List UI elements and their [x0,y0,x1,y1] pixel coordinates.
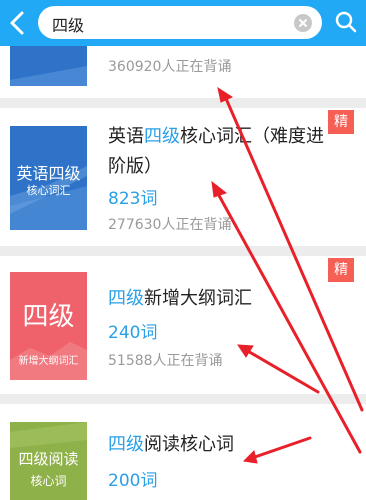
readers-count: 277630人正在背诵 [108,217,232,233]
book-card-1[interactable]: 英语四级 核心词汇 英语四级核心词汇（难度进阶版） 823词 277630人正在… [0,108,366,246]
cover-title: 四级 [22,302,75,332]
book-title: 四级阅读核心词 [108,434,234,455]
word-count: 200词 [108,471,158,491]
cover-subtitle: 核心词 [30,474,67,488]
word-count: 240词 [108,323,158,343]
book-cover: 四级阅读 核心词 [10,422,87,500]
cover-subtitle: 新增大纲词汇 [18,356,79,367]
book-title: 四级新增大纲词汇 [108,288,252,309]
premium-badge: 精 [328,110,354,134]
cover-title: 英语四级 [16,164,81,183]
word-count: 823词 [108,189,158,209]
search-query[interactable]: 四级 [52,12,84,36]
book-card-2[interactable]: 四级 新增大纲词汇 四级新增大纲词汇 240词 51588人正在背诵 精 [0,256,366,394]
book-card-0[interactable]: 360920人正在背诵 [0,46,366,98]
top-bar: 四级 [0,0,366,46]
readers-count: 51588人正在背诵 [108,353,223,369]
book-cover: 四级 新增大纲词汇 [10,272,87,380]
readers-count: 360920人正在背诵 [108,59,232,75]
clear-icon[interactable] [294,14,312,32]
cover-title: 四级阅读 [18,450,79,468]
book-card-3[interactable]: 四级阅读 核心词 四级阅读核心词 200词 [0,404,366,500]
search-icon[interactable] [334,10,358,34]
back-arrow-icon[interactable] [6,9,32,37]
search-input[interactable]: 四级 [38,6,322,39]
cover-subtitle: 核心词汇 [26,184,71,197]
book-cover: 英语四级 核心词汇 [10,126,87,230]
premium-badge: 精 [328,258,354,282]
book-cover [10,46,87,86]
book-title: 英语四级核心词汇（难度进阶版） [108,126,324,177]
